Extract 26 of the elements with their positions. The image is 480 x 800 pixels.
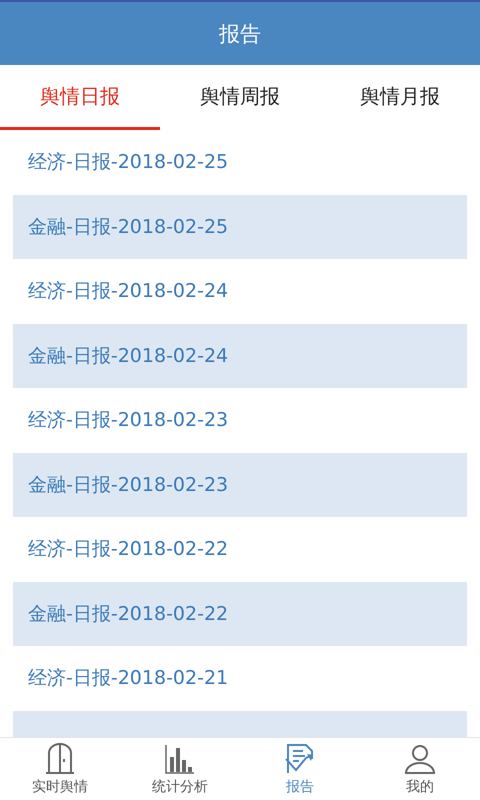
report-tab[interactable]: 舆情月报 (320, 65, 480, 130)
nav-label[interactable]: 实时舆情 (32, 778, 88, 796)
nav-label[interactable]: 统计分析 (152, 778, 208, 796)
report-title: 经济-日报-2018-02-23 (28, 408, 228, 434)
report-title: 金融-日报-2018-02-22 (28, 602, 228, 627)
page-title: 报告 (219, 20, 261, 48)
report-tab[interactable]: 舆情日报 (0, 65, 160, 130)
report-row[interactable]: 金融-日报-2018-02-22 (13, 582, 467, 646)
report-title: 金融-日报-2018-02-24 (28, 344, 228, 369)
report-title: 经济-日报-2018-02-24 (28, 279, 228, 304)
nav-label[interactable]: 报告 (286, 778, 314, 796)
report-row[interactable]: 经济-日报-2018-02-21 (13, 646, 467, 710)
report-title: 金融-日报-2018-02-23 (28, 472, 228, 498)
report-row[interactable]: 经济-日报-2018-02-24 (13, 259, 467, 324)
report-row[interactable]: 金融-日报-2018-02-23 (13, 452, 467, 517)
report-row[interactable]: 经济-日报-2018-02-23 (13, 388, 467, 452)
report-row[interactable]: 经济-日报-2018-02-22 (13, 517, 467, 582)
nav-label[interactable]: 我的 (406, 778, 434, 796)
report-tab[interactable]: 舆情周报 (160, 65, 320, 130)
report-title: 金融-日报-2018-02-25 (28, 214, 228, 240)
report-row[interactable]: 金融-日报-2018-02-25 (13, 194, 467, 259)
report-row[interactable]: 经济-日报-2018-02-25 (13, 130, 467, 194)
report-row[interactable]: 金融-日报-2018-02-24 (13, 324, 467, 388)
report-title: 经济-日报-2018-02-21 (28, 666, 228, 692)
report-title: 经济-日报-2018-02-25 (28, 150, 228, 176)
report-title: 经济-日报-2018-02-22 (28, 537, 228, 562)
